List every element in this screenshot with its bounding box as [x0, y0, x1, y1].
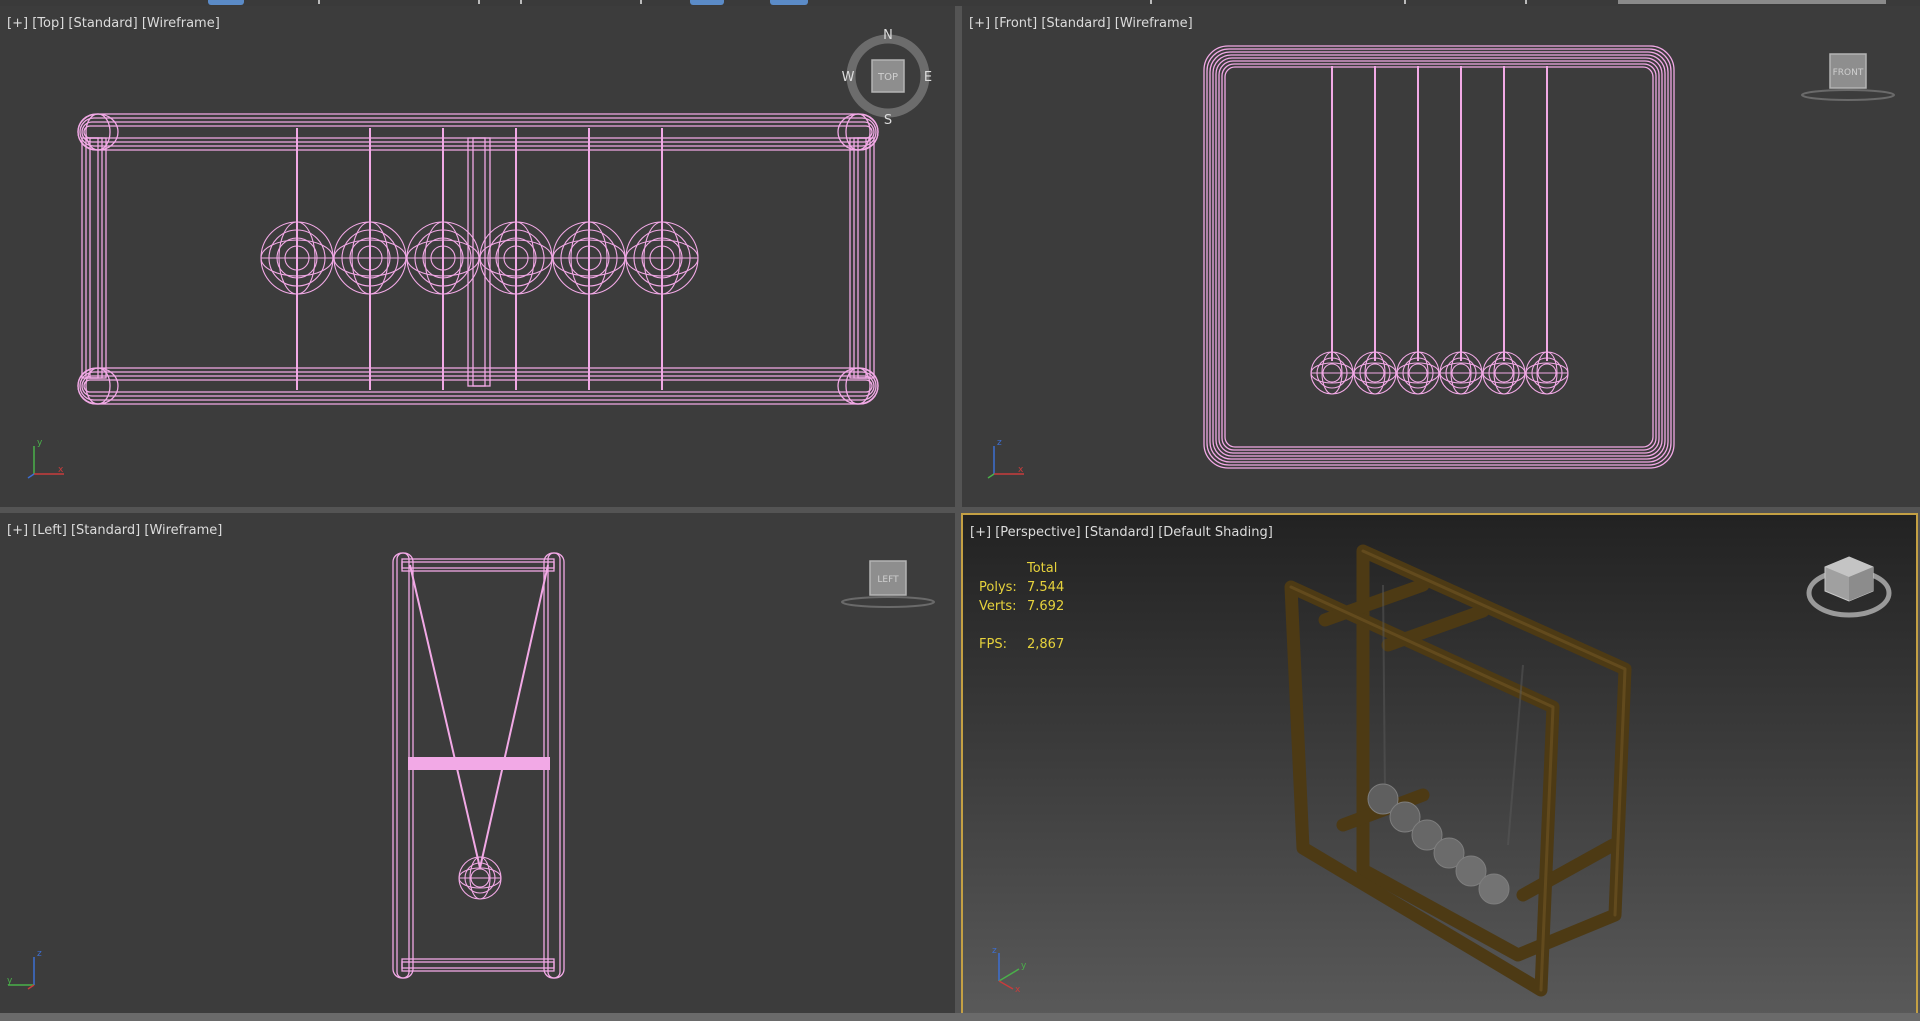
svg-text:z: z: [992, 946, 997, 956]
svg-text:y: y: [1021, 961, 1027, 971]
left-view-wireframe: [392, 552, 565, 979]
toolbar-separator: [640, 0, 642, 4]
axis-tripod-icon: z x: [987, 438, 1024, 479]
svg-text:S: S: [884, 113, 892, 126]
svg-text:x: x: [1015, 985, 1021, 993]
toolbar-separator: [478, 0, 480, 4]
left-crossbar: [408, 757, 550, 770]
svg-text:E: E: [924, 70, 932, 85]
bottom-status-strip: [0, 1013, 1920, 1021]
toolbar-separator: [1525, 0, 1527, 4]
svg-text:z: z: [37, 949, 42, 959]
perspective-shaded-model: [1284, 544, 1632, 997]
top-view-wireframe: [77, 113, 879, 405]
svg-text:N: N: [883, 28, 893, 43]
svg-text:TOP: TOP: [877, 72, 898, 83]
toolbar-active-button[interactable]: [770, 0, 808, 5]
svg-text:x: x: [58, 465, 64, 475]
toolbar-field[interactable]: [1618, 0, 1886, 4]
front-view-wireframe: [1203, 45, 1675, 469]
toolbar-separator: [318, 0, 320, 4]
viewport-perspective[interactable]: [+] [Perspective] [Standard] [Default Sh…: [961, 513, 1918, 1017]
toolbar-separator: [1404, 0, 1406, 4]
viewport-top[interactable]: [+] [Top] [Standard] [Wireframe] TOP N S…: [0, 6, 955, 507]
toolbar-active-button[interactable]: [208, 0, 244, 5]
viewport-left[interactable]: [+] [Left] [Standard] [Wireframe] LEFT z…: [0, 513, 955, 1019]
svg-text:z: z: [997, 438, 1002, 448]
svg-text:W: W: [842, 70, 855, 85]
viewport-front[interactable]: [+] [Front] [Standard] [Wireframe] FRONT…: [962, 6, 1920, 507]
axis-tripod-icon: z y x: [992, 946, 1027, 993]
viewcube-front-icon[interactable]: FRONT: [1798, 50, 1898, 105]
svg-text:FRONT: FRONT: [1833, 68, 1864, 78]
axis-tripod-icon: y x: [27, 438, 64, 479]
viewcube-left-icon[interactable]: LEFT: [838, 557, 938, 612]
viewcube-compass-icon[interactable]: TOP N S E W: [842, 26, 932, 126]
axis-tripod-icon: z y: [7, 949, 42, 990]
toolbar-separator: [1150, 0, 1152, 4]
svg-text:x: x: [1018, 465, 1024, 475]
toolbar-active-button[interactable]: [690, 0, 724, 5]
toolbar-separator: [520, 0, 522, 4]
svg-text:LEFT: LEFT: [877, 575, 899, 585]
svg-text:y: y: [7, 976, 13, 986]
svg-text:y: y: [37, 438, 43, 448]
viewcube-perspective-icon[interactable]: [1803, 553, 1895, 623]
